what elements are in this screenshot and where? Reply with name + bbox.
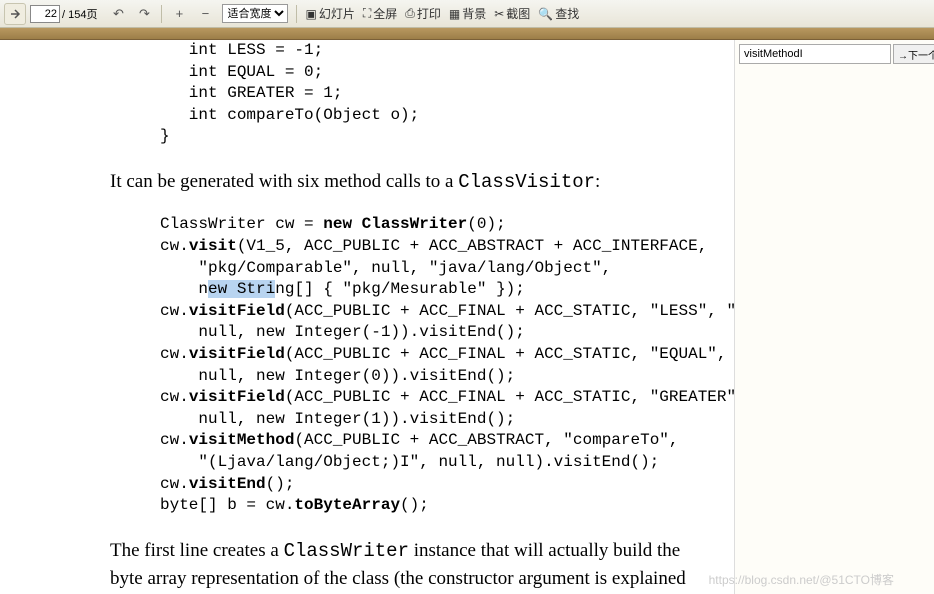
background-icon: ▦ (449, 7, 460, 21)
watermark: https://blog.csdn.net/@51CTO博客 (709, 571, 734, 588)
toolbar-separator (296, 5, 297, 23)
fullscreen-icon: ⛶ (363, 6, 371, 21)
undo-icon[interactable]: ↶ (108, 4, 128, 24)
toolbar: / 154页 ↶ ↷ + − 适合宽度 ▣幻灯片 ⛶全屏 ⎙打印 ▦背景 ✂截图… (0, 0, 934, 28)
find-next-button[interactable]: →下一个 (893, 44, 934, 64)
text-selection: ew Stri (208, 280, 275, 298)
page-number-input[interactable] (30, 5, 60, 23)
slideshow-button[interactable]: ▣幻灯片 (305, 5, 354, 22)
background-button[interactable]: ▦背景 (449, 5, 486, 22)
zoom-in-icon[interactable]: + (169, 4, 189, 24)
code-block-classwriter: ClassWriter cw = new ClassWriter(0); cw.… (160, 214, 704, 516)
scissors-icon: ✂ (494, 7, 504, 21)
code-block-interface: int LESS = -1; int EQUAL = 0; int GREATE… (160, 40, 704, 148)
find-input[interactable] (739, 44, 891, 64)
zoom-out-icon[interactable]: − (195, 4, 215, 24)
search-icon: 🔍 (538, 7, 553, 21)
document-page: int LESS = -1; int EQUAL = 0; int GREATE… (0, 40, 734, 594)
paragraph-explanation: The first line creates a ClassWriter ins… (110, 537, 704, 594)
find-panel: →下一个 ←上一 (734, 40, 934, 594)
nav-forward-button[interactable] (4, 3, 26, 25)
print-button[interactable]: ⎙打印 (405, 5, 441, 22)
toolbar-separator (161, 5, 162, 23)
paragraph-intro: It can be generated with six method call… (110, 168, 704, 197)
screenshot-button[interactable]: ✂截图 (494, 5, 530, 22)
print-icon: ⎙ (405, 6, 415, 21)
arrow-right-icon (8, 7, 22, 21)
zoom-select[interactable]: 适合宽度 (222, 4, 288, 23)
find-button[interactable]: 🔍查找 (538, 5, 579, 22)
slideshow-icon: ▣ (305, 7, 316, 21)
decorative-band (0, 28, 934, 40)
redo-icon[interactable]: ↷ (134, 4, 154, 24)
content-area: int LESS = -1; int EQUAL = 0; int GREATE… (0, 40, 934, 594)
page-total-label: / 154页 (62, 6, 97, 22)
fullscreen-button[interactable]: ⛶全屏 (363, 5, 397, 22)
